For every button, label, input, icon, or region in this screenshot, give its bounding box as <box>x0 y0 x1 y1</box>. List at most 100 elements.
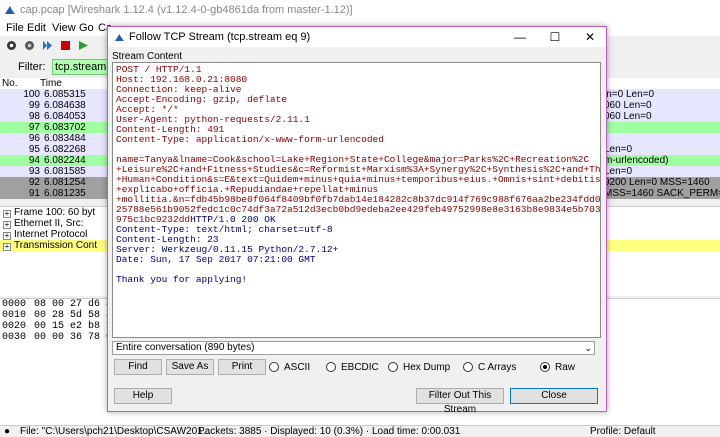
format-radio-raw[interactable]: Raw <box>540 362 575 373</box>
packet-time: 6.084053 <box>44 111 86 122</box>
status-bar: ● File: "C:\Users\pch21\Desktop\CSAW201.… <box>0 425 720 437</box>
radio-icon[interactable] <box>326 362 336 372</box>
menu-edit[interactable]: Edit <box>27 22 46 34</box>
interfaces-icon[interactable] <box>6 40 17 51</box>
detail-text: Internet Protocol <box>14 229 88 240</box>
conversation-select[interactable]: Entire conversation (890 bytes) ⌄ <box>112 341 595 355</box>
radio-label: C Arrays <box>478 362 517 373</box>
server-line: Date: Sun, 17 Sep 2017 07:21:00 GMT <box>116 254 316 265</box>
wireshark-title: cap.pcap [Wireshark 1.12.4 (v1.12.4-0-gb… <box>20 4 353 16</box>
packet-no: 95 <box>28 144 40 155</box>
packet-time: 6.083702 <box>44 122 86 133</box>
packet-info: 060 Len=0 <box>604 111 652 122</box>
detail-text: Ethernet II, Src: <box>14 218 84 229</box>
hex-offset: 0010 <box>2 310 27 321</box>
menu-file[interactable]: File <box>6 22 24 34</box>
packet-no: 94 <box>28 155 40 166</box>
menu-go[interactable]: Go <box>79 22 94 34</box>
wireshark-titlebar: cap.pcap [Wireshark 1.12.4 (v1.12.4-0-gb… <box>0 0 720 20</box>
packet-info: Len=0 <box>604 144 633 155</box>
chevron-down-icon: ⌄ <box>584 343 592 353</box>
hex-offset: 0000 <box>2 299 27 310</box>
radio-label: Hex Dump <box>403 362 451 373</box>
hex-bytes: 00 15 e2 b8 1 <box>34 321 113 332</box>
packet-no: 97 <box>28 122 40 133</box>
expand-icon[interactable]: + <box>3 232 11 240</box>
format-radio-c-arrays[interactable]: C Arrays <box>463 362 516 373</box>
packet-time: 6.082268 <box>44 144 86 155</box>
dialog-title: Follow TCP Stream (tcp.stream eq 9) <box>129 31 311 43</box>
expand-icon[interactable]: + <box>3 221 11 229</box>
follow-tcp-stream-dialog: Follow TCP Stream (tcp.stream eq 9) — ☐ … <box>107 26 607 415</box>
packet-no: 96 <box>28 133 40 144</box>
packet-info: in=0 Len=0 <box>604 89 655 100</box>
packet-no: 99 <box>28 100 40 111</box>
radio-label: EBCDIC <box>341 362 379 373</box>
hex-bytes: 08 00 27 d6 a <box>34 299 113 310</box>
packet-time: 6.084638 <box>44 100 86 111</box>
format-radio-ascii[interactable]: ASCII <box>269 362 310 373</box>
menu-view[interactable]: View <box>52 22 76 34</box>
hex-offset: 0020 <box>2 321 27 332</box>
find-button[interactable]: Find <box>114 359 162 375</box>
packet-no: 91 <box>28 188 40 199</box>
packet-time: 6.081254 <box>44 177 86 188</box>
save-as-button[interactable]: Save As <box>166 359 214 375</box>
packet-info: m-urlencoded) <box>604 155 669 166</box>
packet-no: 93 <box>28 166 40 177</box>
packet-info: 060 Len=0 <box>604 100 652 111</box>
hex-bytes: 00 00 36 78 0 <box>34 332 113 343</box>
radio-icon[interactable] <box>269 362 279 372</box>
packet-no: 98 <box>28 111 40 122</box>
close-button[interactable]: Close <box>510 388 598 404</box>
status-profile[interactable]: Profile: Default <box>590 426 656 437</box>
format-radio-ebcdic[interactable]: EBCDIC <box>326 362 379 373</box>
stream-content-label: Stream Content <box>112 51 183 62</box>
hex-offset: 0030 <box>2 332 27 343</box>
print-button[interactable]: Print <box>218 359 266 375</box>
detail-text: Frame 100: 60 byt <box>14 207 96 218</box>
filter-out-stream-button[interactable]: Filter Out This Stream <box>416 388 504 415</box>
maximize-icon[interactable]: ☐ <box>540 27 570 47</box>
packet-time: 6.083484 <box>44 133 86 144</box>
status-expert-icon[interactable]: ● <box>4 426 10 437</box>
display-filter-input[interactable]: tcp.stream eq <box>52 59 112 75</box>
packet-info: MSS=1460 SACK_PERM= <box>604 188 720 199</box>
expand-icon[interactable]: + <box>3 210 11 218</box>
packet-no: 92 <box>28 177 40 188</box>
column-time[interactable]: Time <box>40 78 62 89</box>
client-line: Accept-Encoding: gzip, deflate <box>116 94 288 105</box>
wireshark-logo-icon <box>115 34 124 41</box>
packet-time: 6.085315 <box>44 89 86 100</box>
packet-time: 6.081585 <box>44 166 86 177</box>
capture-options-icon[interactable] <box>24 40 35 51</box>
expand-icon[interactable]: + <box>3 243 11 251</box>
minimize-icon[interactable]: — <box>505 27 535 47</box>
status-packets: Packets: 3885 · Displayed: 10 (0.3%) · L… <box>198 426 461 437</box>
packet-no: 100 <box>23 89 40 100</box>
radio-icon[interactable] <box>388 362 398 372</box>
stream-content-area[interactable]: POST / HTTP/1.1 Host: 192.168.0.21:8080 Co… <box>112 62 601 338</box>
format-radio-hex-dump[interactable]: Hex Dump <box>388 362 450 373</box>
packet-time: 6.082244 <box>44 155 86 166</box>
server-line: Thank you for applying! <box>116 274 248 285</box>
radio-icon[interactable] <box>540 362 550 372</box>
packet-info: Len=0 <box>604 166 633 177</box>
stream-text[interactable]: POST / HTTP/1.1 Host: 192.168.0.21:8080 Co… <box>113 63 600 287</box>
detail-text: Transmission Cont <box>14 240 97 251</box>
packet-time: 6.081235 <box>44 188 86 199</box>
help-button[interactable]: Help <box>114 388 172 404</box>
restart-capture-icon[interactable] <box>78 40 89 51</box>
status-file: File: "C:\Users\pch21\Desktop\CSAW201... <box>20 426 212 437</box>
hex-bytes: 00 28 5d 58 4 <box>34 310 113 321</box>
close-icon[interactable]: ✕ <box>575 27 605 47</box>
column-no[interactable]: No. <box>2 78 18 89</box>
start-capture-icon[interactable] <box>42 40 53 51</box>
filter-label: Filter: <box>18 61 46 73</box>
conversation-select-value: Entire conversation (890 bytes) <box>116 342 255 353</box>
stop-capture-icon[interactable] <box>60 40 71 51</box>
radio-label: Raw <box>555 362 576 373</box>
dialog-titlebar[interactable]: Follow TCP Stream (tcp.stream eq 9) — ☐ … <box>108 27 606 47</box>
wireshark-logo-icon <box>5 6 15 14</box>
radio-icon[interactable] <box>463 362 473 372</box>
